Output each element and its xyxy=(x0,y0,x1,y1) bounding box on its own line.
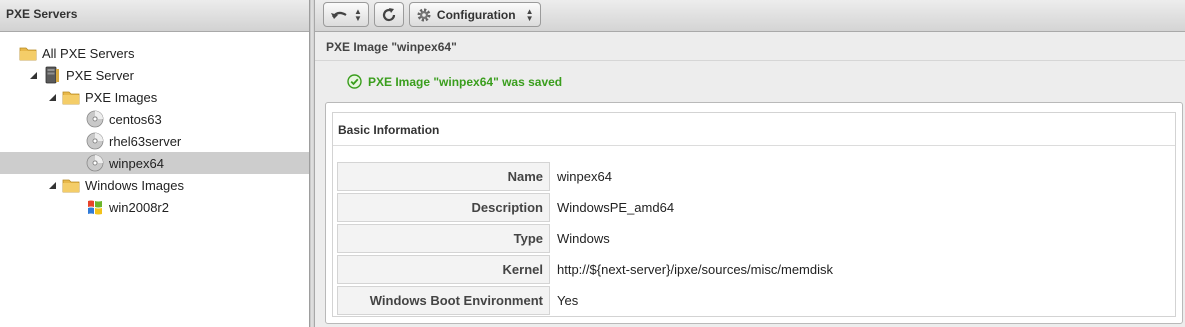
dropdown-arrows-icon: ▲ ▼ xyxy=(525,6,534,23)
properties-table: Name winpex64 Description WindowsPE_amd6… xyxy=(337,160,833,317)
folder-icon xyxy=(19,47,37,61)
server-icon xyxy=(45,66,59,84)
disc-icon xyxy=(86,154,104,172)
tree-item-label: All PXE Servers xyxy=(42,45,135,61)
property-label: Description xyxy=(337,193,550,222)
windows-logo-icon xyxy=(88,200,102,215)
folder-icon xyxy=(62,91,80,105)
reload-button[interactable] xyxy=(373,2,404,27)
table-row: Kernel http://${next-server}/ipxe/source… xyxy=(337,255,833,284)
right-pane: ▲ ▼ Configuration ▲ ▼ PXE Image "winpex64"… xyxy=(315,0,1185,327)
tree-item-label: PXE Server xyxy=(66,67,134,83)
tree-item-windows-images[interactable]: Windows Images xyxy=(0,174,309,196)
tree-item-winpex64[interactable]: winpex64 xyxy=(0,152,309,174)
folder-icon xyxy=(62,179,80,193)
property-label: Windows Boot Environment xyxy=(337,286,550,315)
tree-item-pxe-images[interactable]: PXE Images xyxy=(0,86,309,108)
gear-icon xyxy=(417,8,431,21)
tree-item-rhel63server[interactable]: rhel63server xyxy=(0,130,309,152)
table-row: Type Windows xyxy=(337,224,833,253)
tree-item-label: PXE Images xyxy=(85,89,158,105)
disc-icon xyxy=(86,110,104,128)
table-row: Windows Boot Environment Yes xyxy=(337,286,833,315)
disc-icon xyxy=(86,132,104,150)
toolbar: ▲ ▼ Configuration ▲ ▼ xyxy=(315,0,1185,32)
property-label: Name xyxy=(337,162,550,191)
property-value: Yes xyxy=(557,293,579,308)
tree-item-pxe-server[interactable]: PXE Server xyxy=(0,64,309,86)
divider xyxy=(315,60,1185,61)
tree-item-centos63[interactable]: centos63 xyxy=(0,108,309,130)
history-back-button[interactable]: ▲ ▼ xyxy=(323,2,369,27)
configuration-label: Configuration xyxy=(436,7,516,22)
page-title: PXE Image "winpex64" xyxy=(326,40,457,54)
expand-arrow-icon[interactable] xyxy=(29,70,39,80)
left-pane-title: PXE Servers xyxy=(0,0,309,32)
dropdown-arrows-icon: ▲ ▼ xyxy=(354,6,362,23)
basic-information-frame: Basic Information Name winpex64 Descript… xyxy=(332,112,1176,317)
property-value: Windows xyxy=(557,231,610,246)
success-message-text: PXE Image "winpex64" was saved xyxy=(368,74,563,89)
expand-arrow-icon[interactable] xyxy=(48,92,58,102)
reload-icon xyxy=(382,7,396,21)
table-row: Name winpex64 xyxy=(337,162,833,191)
table-row: Description WindowsPE_amd64 xyxy=(337,193,833,222)
success-message: PXE Image "winpex64" was saved xyxy=(347,74,562,89)
configuration-button[interactable]: Configuration ▲ ▼ xyxy=(408,2,541,27)
property-label: Type xyxy=(337,224,550,253)
property-label: Kernel xyxy=(337,255,550,284)
basic-information-title: Basic Information xyxy=(338,123,440,137)
tree-item-label: winpex64 xyxy=(109,155,164,171)
property-value: http://${next-server}/ipxe/sources/misc/… xyxy=(557,262,833,277)
checkmark-icon xyxy=(347,74,362,89)
tree-item-label: Windows Images xyxy=(85,177,184,193)
tree-item-label: rhel63server xyxy=(109,133,182,149)
tree-item-label: win2008r2 xyxy=(109,199,169,215)
tree-item-all-pxe-servers[interactable]: All PXE Servers xyxy=(0,42,309,64)
tree-item-win2008r2[interactable]: win2008r2 xyxy=(0,196,309,218)
expand-arrow-icon[interactable] xyxy=(48,180,58,190)
divider xyxy=(333,145,1175,146)
undo-icon xyxy=(331,11,347,19)
left-pane: PXE Servers All PXE Servers PXE Server P… xyxy=(0,0,309,327)
basic-information-panel: Basic Information Name winpex64 Descript… xyxy=(325,102,1183,324)
property-value: WindowsPE_amd64 xyxy=(557,200,675,215)
tree-item-label: centos63 xyxy=(109,111,162,127)
property-value: winpex64 xyxy=(557,169,612,184)
